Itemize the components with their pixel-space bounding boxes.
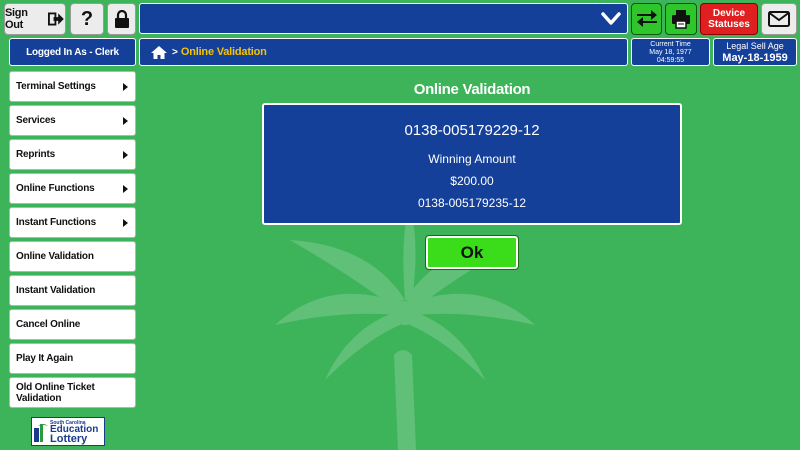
breadcrumb-separator: > [172, 46, 178, 58]
winning-amount-label: Winning Amount [428, 152, 516, 166]
chevron-right-icon [123, 219, 128, 227]
logo-line-3: Lottery [50, 433, 88, 445]
lock-button[interactable] [107, 3, 136, 35]
sidebar-item-instant-validation[interactable]: Instant Validation [9, 275, 136, 306]
legal-sell-age-label: Legal Sell Age [726, 41, 784, 51]
sc-education-lottery-logo: South Carolina Education Lottery [31, 417, 105, 446]
legal-sell-age-display: Legal Sell Age May-18-1959 [713, 38, 797, 66]
breadcrumb: > Online Validation [139, 38, 628, 66]
sidebar-item-label: Terminal Settings [16, 81, 96, 92]
logo-mark-icon [34, 424, 48, 442]
sidebar-item-online-functions[interactable]: Online Functions [9, 173, 136, 204]
chevron-right-icon [123, 151, 128, 159]
swap-button[interactable] [631, 3, 662, 35]
chevron-right-icon [123, 185, 128, 193]
current-time-label: Current Time [650, 41, 691, 48]
chevron-down-icon [601, 12, 621, 25]
current-time-value: 04:59:55 [656, 57, 685, 64]
chevron-right-icon [123, 83, 128, 91]
chevron-right-icon [123, 117, 128, 125]
ticket-number: 0138-005179229-12 [404, 122, 540, 139]
home-icon[interactable] [150, 45, 168, 60]
sidebar-item-label: Services [16, 115, 56, 126]
logged-in-status: Logged In As - Clerk [9, 38, 136, 66]
device-statuses-label: Device Statuses [708, 8, 750, 30]
device-statuses-button[interactable]: Device Statuses [700, 3, 758, 35]
mail-button[interactable] [761, 3, 797, 35]
top-selector-bar[interactable] [139, 3, 628, 34]
sidebar-item-play-it-again[interactable]: Play It Again [9, 343, 136, 374]
sidebar-item-label: Old Online Ticket Validation [16, 381, 95, 404]
page-title: Online Validation [413, 81, 531, 98]
current-date-value: May 18, 1977 [649, 49, 692, 56]
sidebar-item-online-validation[interactable]: Online Validation [9, 241, 136, 272]
sidebar-item-label: Instant Functions [16, 217, 96, 228]
winning-amount-value: $200.00 [450, 174, 494, 188]
sidebar-item-label: Cancel Online [16, 319, 81, 330]
print-button[interactable] [665, 3, 697, 35]
sidebar-item-old-online-ticket-validation[interactable]: Old Online Ticket Validation [9, 377, 136, 408]
sign-out-icon [48, 12, 65, 26]
help-label: ? [80, 7, 94, 30]
validation-result-panel: 0138-005179229-12 Winning Amount $200.00… [262, 103, 682, 225]
sign-out-label: Sign Out [5, 7, 28, 31]
current-time-display: Current Time May 18, 1977 04:59:55 [631, 38, 710, 66]
ok-label: Ok [460, 242, 484, 262]
sidebar-item-services[interactable]: Services [9, 105, 136, 136]
help-button[interactable]: ? [70, 3, 104, 35]
sidebar-item-terminal-settings[interactable]: Terminal Settings [9, 71, 136, 102]
printer-icon [672, 10, 690, 29]
breadcrumb-current: Online Validation [180, 46, 267, 58]
sidebar-item-label: Online Functions [16, 183, 95, 194]
ok-button[interactable]: Ok [425, 235, 519, 270]
new-ticket-number: 0138-005179235-12 [417, 196, 527, 210]
sidebar-item-instant-functions[interactable]: Instant Functions [9, 207, 136, 238]
lock-icon [114, 10, 129, 28]
sidebar-item-label: Reprints [16, 149, 55, 160]
sidebar-item-label: Play It Again [16, 353, 74, 364]
swap-icon [636, 10, 657, 27]
sidebar-item-label: Instant Validation [16, 285, 96, 296]
sidebar-item-reprints[interactable]: Reprints [9, 139, 136, 170]
sign-out-button[interactable]: Sign Out [4, 3, 66, 35]
logged-in-label: Logged In As - Clerk [26, 46, 119, 58]
sidebar-item-label: Online Validation [16, 251, 94, 262]
legal-sell-age-value: May-18-1959 [722, 52, 788, 64]
sidebar-item-cancel-online[interactable]: Cancel Online [9, 309, 136, 340]
mail-icon [768, 11, 790, 27]
